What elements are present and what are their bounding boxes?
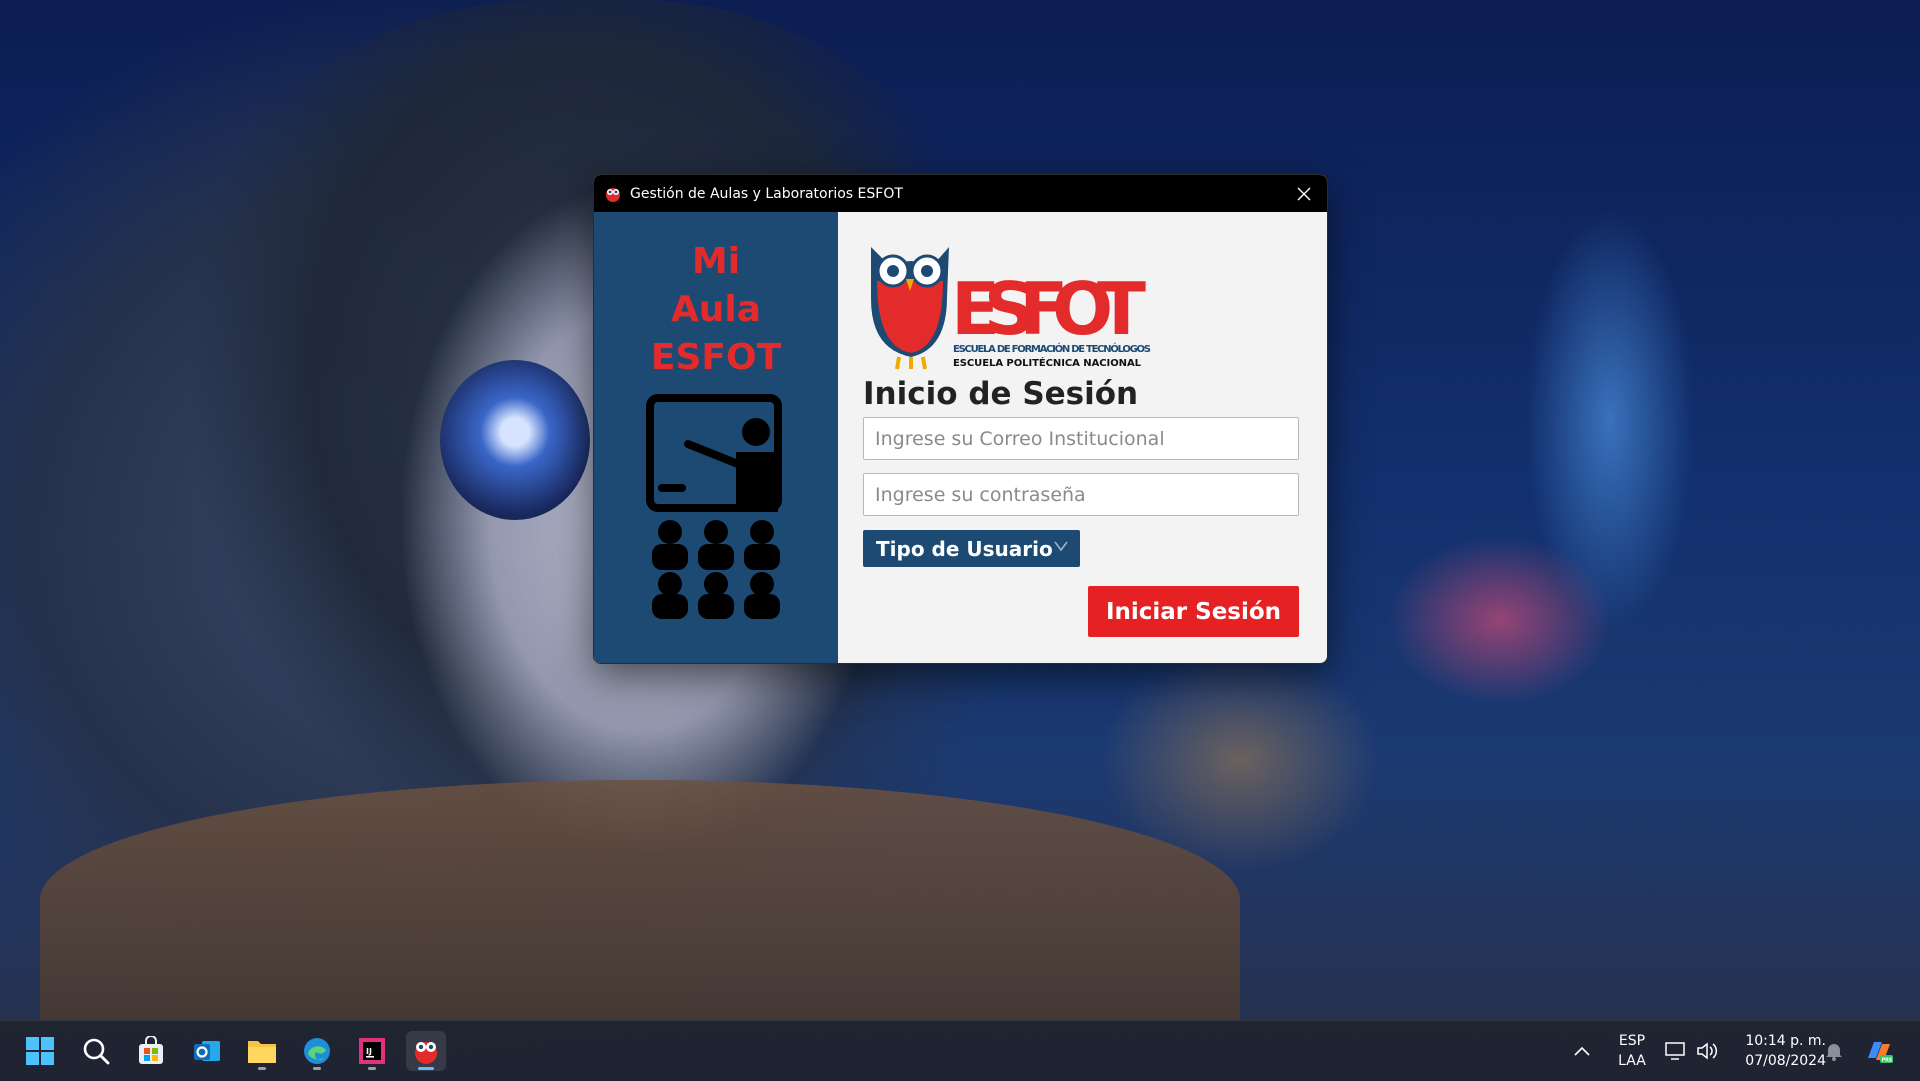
search-icon xyxy=(83,1038,110,1065)
esfot-logo: ESFOT ESCUELA DE FORMACIÓN DE TECNÓLOGOS… xyxy=(871,247,1151,370)
title-bar[interactable]: Gestión de Aulas y Laboratorios ESFOT xyxy=(594,175,1327,212)
search-button[interactable] xyxy=(76,1031,116,1071)
user-type-dropdown[interactable]: Tipo de Usuario xyxy=(863,530,1080,567)
taskbar-intellij[interactable]: IJ xyxy=(352,1031,392,1071)
show-hidden-icons-button[interactable] xyxy=(1562,1031,1602,1071)
wallpaper-eye xyxy=(440,360,590,520)
brand-line-1: Mi xyxy=(691,241,741,282)
file-explorer-icon xyxy=(248,1041,276,1063)
password-field[interactable] xyxy=(863,473,1299,516)
clock-date: 07/08/2024 xyxy=(1745,1053,1826,1069)
brand-line-3: ESFOT xyxy=(650,337,782,378)
taskbar-edge[interactable] xyxy=(297,1031,337,1071)
running-indicator xyxy=(258,1067,266,1070)
start-icon xyxy=(26,1037,54,1065)
language-indicator[interactable]: ESP LAA xyxy=(1614,1031,1650,1071)
volume-button[interactable] xyxy=(1687,1031,1727,1071)
copilot-icon: PRE xyxy=(1868,1042,1894,1064)
svg-text:PRE: PRE xyxy=(1882,1058,1894,1064)
logo-wordmark: ESFOT xyxy=(951,267,1146,351)
notifications-button[interactable] xyxy=(1814,1031,1854,1071)
taskbar-esfot-app[interactable] xyxy=(406,1031,446,1071)
brand-panel: Mi Aula ESFOT xyxy=(594,212,838,663)
start-button[interactable] xyxy=(20,1031,60,1071)
logo-line-1: ESCUELA DE FORMACIÓN DE TECNÓLOGOS xyxy=(953,342,1151,355)
keyboard-layout: LAA xyxy=(1618,1053,1646,1069)
running-indicator xyxy=(313,1067,321,1070)
outlook-icon xyxy=(194,1041,220,1061)
logo-line-2: ESCUELA POLITÉCNICA NACIONAL xyxy=(953,356,1142,369)
taskbar-outlook[interactable] xyxy=(187,1031,227,1071)
chevron-up-icon xyxy=(1574,1046,1590,1056)
esfot-app-icon xyxy=(415,1042,437,1064)
network-icon xyxy=(1665,1042,1685,1060)
login-title: Inicio de Sesión xyxy=(863,376,1139,412)
edge-icon xyxy=(304,1038,330,1064)
close-button[interactable] xyxy=(1281,175,1327,212)
system-clock[interactable]: 10:14 p. m. 07/08/2024 xyxy=(1730,1031,1826,1071)
login-panel: ESFOT ESCUELA DE FORMACIÓN DE TECNÓLOGOS… xyxy=(838,212,1327,663)
wallpaper-coat xyxy=(40,780,1240,1020)
taskbar: IJ ESP LAA 10:14 p. m. 07/08/2024 PRE xyxy=(0,1020,1920,1081)
window-title: Gestión de Aulas y Laboratorios ESFOT xyxy=(630,185,903,202)
chevron-down-icon xyxy=(1054,541,1068,552)
login-button[interactable]: Iniciar Sesión xyxy=(1088,586,1299,637)
clock-time: 10:14 p. m. xyxy=(1745,1033,1826,1049)
user-type-label: Tipo de Usuario xyxy=(876,536,1053,561)
volume-icon xyxy=(1697,1042,1718,1060)
close-icon xyxy=(1297,187,1311,200)
intellij-icon: IJ xyxy=(359,1038,385,1064)
app-owl-icon xyxy=(606,187,620,202)
classroom-teacher-icon xyxy=(646,394,782,619)
brand-title: Mi Aula ESFOT xyxy=(651,238,781,382)
brand-line-2: Aula xyxy=(670,289,762,330)
running-indicator xyxy=(368,1067,376,1070)
login-dialog: Gestión de Aulas y Laboratorios ESFOT Mi… xyxy=(593,174,1328,664)
taskbar-store[interactable] xyxy=(131,1031,171,1071)
email-field[interactable] xyxy=(863,417,1299,460)
active-indicator xyxy=(418,1067,434,1070)
svg-text:IJ: IJ xyxy=(366,1047,372,1056)
bell-icon xyxy=(1826,1044,1842,1061)
taskbar-file-explorer[interactable] xyxy=(242,1031,282,1071)
copilot-button[interactable]: PRE xyxy=(1859,1031,1899,1071)
language-code: ESP xyxy=(1618,1033,1646,1049)
store-icon xyxy=(139,1036,163,1064)
